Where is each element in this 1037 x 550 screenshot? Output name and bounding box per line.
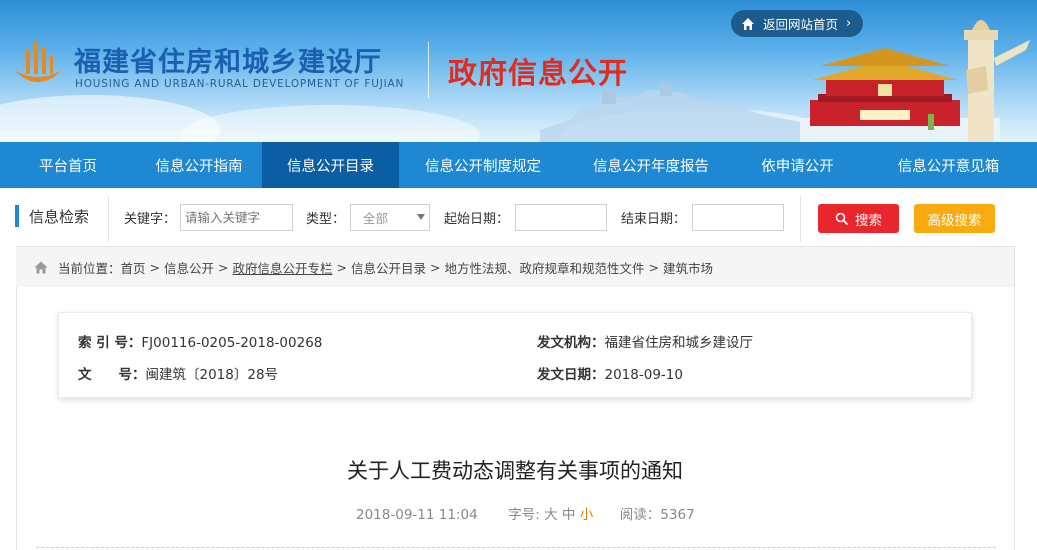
start-date-input[interactable]: [515, 204, 607, 231]
meta-issuer: 发文机构：福建省住房和城乡建设厅: [537, 331, 753, 351]
keyword-input[interactable]: [180, 204, 293, 231]
return-home-label: 返回网站首页: [763, 17, 839, 32]
site-title-english: HOUSING AND URBAN-RURAL DEVELOPMENT OF F…: [75, 78, 405, 90]
breadcrumb-separator: >: [430, 259, 441, 275]
end-date-input[interactable]: [692, 204, 784, 231]
nav-item-annual-report[interactable]: 信息公开年度报告: [567, 142, 735, 188]
start-date-label: 起始日期：: [444, 212, 510, 227]
font-size-label: 字号:: [508, 507, 540, 523]
site-header: 福建省住房和城乡建设厅 HOUSING AND URBAN-RURAL DEVE…: [0, 0, 1037, 142]
title-divider: [428, 42, 429, 98]
site-title: 福建省住房和城乡建设厅: [74, 47, 382, 78]
divider: [800, 196, 801, 242]
meta-doc-number-value: 闽建筑〔2018〕28号: [145, 367, 279, 383]
meta-date-value: 2018-09-10: [604, 367, 683, 383]
breadcrumb-separator: >: [149, 259, 161, 275]
meta-index: 索 引 号：FJ00116-0205-2018-00268: [78, 331, 322, 351]
main-nav: 平台首页 信息公开指南 信息公开目录 信息公开制度规定 信息公开年度报告 依申请…: [0, 142, 1037, 188]
views-count: 5367: [660, 507, 695, 523]
meta-index-value: FJ00116-0205-2018-00268: [141, 335, 323, 351]
breadcrumb-home[interactable]: 首页: [121, 258, 146, 277]
views-label: 阅读：: [619, 507, 661, 523]
meta-issuer-label: 发文机构：: [537, 335, 605, 351]
cloud-decoration: [180, 105, 480, 142]
chevron-right-icon: ›: [846, 16, 852, 31]
font-size-medium[interactable]: 中: [562, 507, 576, 523]
font-size-large[interactable]: 大: [544, 507, 558, 523]
meta-issuer-value: 福建省住房和城乡建设厅: [604, 335, 754, 351]
dropdown-arrow-icon: [417, 214, 425, 220]
meta-doc-number: 文 号：闽建筑〔2018〕28号: [78, 363, 278, 383]
heading-accent-bar: [15, 205, 19, 227]
divider: [108, 196, 109, 242]
breadcrumb-construction-market[interactable]: 建筑市场: [663, 258, 713, 277]
nav-item-feedback[interactable]: 信息公开意见箱: [860, 142, 1037, 188]
home-icon: [34, 261, 48, 273]
meta-index-label: 索 引 号：: [78, 335, 142, 351]
breadcrumb-separator: >: [336, 259, 348, 275]
breadcrumb-prefix: 当前位置：: [58, 260, 121, 276]
document-metadata-box: [58, 312, 972, 398]
type-select-value: 全部: [363, 211, 389, 226]
keyword-label: 关键字：: [124, 212, 177, 227]
search-button-label: 搜索: [855, 212, 882, 229]
meta-date-label: 发文日期：: [537, 367, 605, 383]
logo-icon: [14, 42, 62, 82]
nav-item-guide[interactable]: 信息公开指南: [136, 142, 262, 188]
content-divider: [36, 547, 996, 548]
breadcrumb-separator: >: [648, 259, 660, 275]
breadcrumb: 当前位置： 首页 > 信息公开 > 政府信息公开专栏 > 信息公开目录 > 地方…: [16, 247, 1014, 287]
breadcrumb-info-disclosure[interactable]: 信息公开: [164, 258, 214, 277]
end-date-label: 结束日期：: [621, 212, 687, 227]
search-heading-label: 信息检索: [29, 207, 90, 226]
advanced-search-button[interactable]: 高级搜索: [914, 204, 995, 233]
home-icon: [742, 17, 754, 30]
search-heading: 信息检索: [15, 205, 89, 227]
nav-item-catalog[interactable]: 信息公开目录: [262, 142, 399, 188]
nav-item-platform-home[interactable]: 平台首页: [0, 142, 136, 188]
breadcrumb-catalog[interactable]: 信息公开目录: [351, 258, 426, 277]
search-button[interactable]: 搜索: [818, 204, 899, 233]
breadcrumb-gov-column[interactable]: 政府信息公开专栏: [233, 258, 333, 277]
return-home-link[interactable]: 返回网站首页 ›: [731, 10, 863, 37]
article-info: 2018-09-11 11:04 字号: 大 中 小 阅读：5367: [356, 503, 695, 523]
great-wall-illustration: [540, 84, 800, 142]
breadcrumb-separator: >: [218, 259, 229, 275]
type-select[interactable]: 全部: [350, 204, 430, 231]
article-title: 关于人工费动态调整有关事项的通知: [347, 459, 683, 483]
meta-date: 发文日期：2018-09-10: [537, 363, 683, 383]
nav-item-regulations[interactable]: 信息公开制度规定: [399, 142, 567, 188]
nav-item-apply-disclosure[interactable]: 依申请公开: [735, 142, 860, 188]
search-icon: [835, 212, 848, 225]
article-datetime: 2018-09-11 11:04: [356, 507, 478, 523]
font-size-small[interactable]: 小: [580, 507, 594, 523]
breadcrumb-regulations[interactable]: 地方性法规、政府规章和规范性文件: [445, 258, 645, 277]
type-label: 类型：: [306, 212, 346, 227]
meta-doc-number-label: 文 号：: [78, 367, 146, 383]
